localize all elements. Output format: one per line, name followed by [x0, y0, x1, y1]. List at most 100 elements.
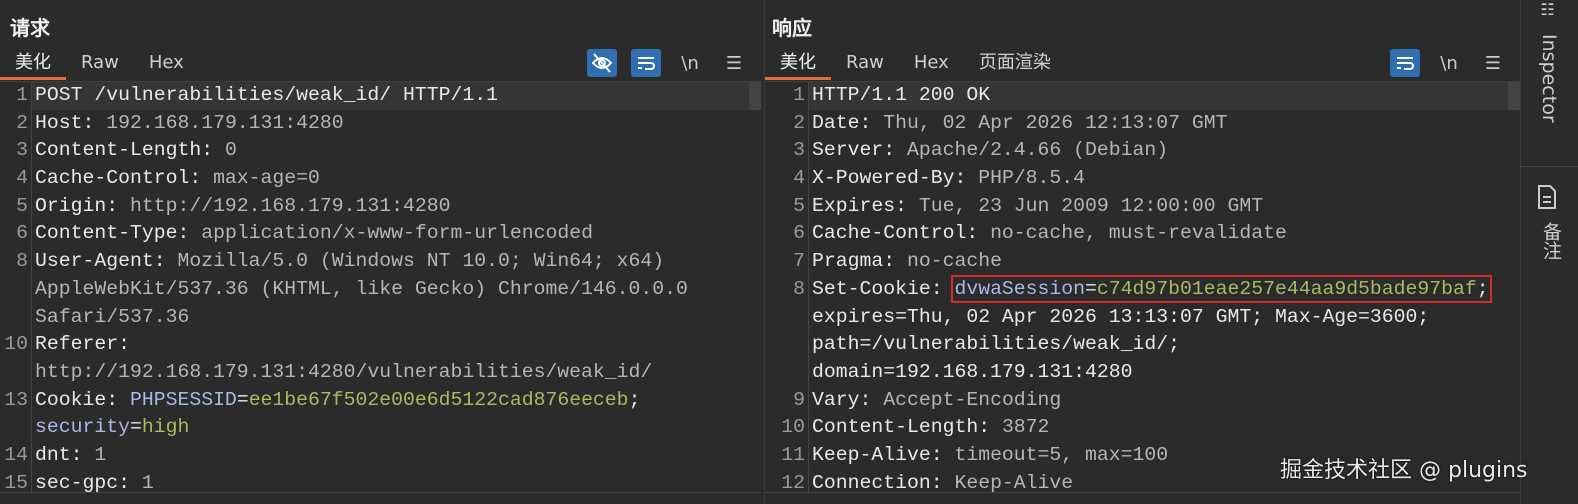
hide-icon[interactable]	[587, 49, 617, 77]
header-value: PHP/8.5.4	[978, 167, 1086, 190]
line-content: POST /vulnerabilities/weak_id/ HTTP/1.1	[32, 82, 761, 110]
line-number: 1	[0, 82, 32, 110]
header-name: =	[236, 388, 249, 411]
menu-icon[interactable]: ☰	[1478, 49, 1508, 77]
header-name: =	[129, 416, 142, 439]
line-content: expires=Thu, 02 Apr 2026 13:13:07 GMT; M…	[809, 304, 1520, 332]
line-number: 9	[765, 386, 809, 415]
code-line: 4 Cache-Control: max-age=0	[0, 165, 761, 193]
line-number: 8	[0, 248, 32, 276]
header-name: Content-Type:	[35, 222, 202, 245]
line-content: dnt: 1	[32, 442, 761, 470]
line-number: 7	[765, 248, 809, 276]
line-number: 5	[765, 192, 809, 221]
inspector-tab[interactable]: Inspector	[1538, 34, 1560, 123]
tab-pretty[interactable]: 美化	[765, 48, 831, 80]
header-value: Apache/2.4.66 (Debian)	[906, 139, 1169, 162]
line-content: Safari/537.36	[32, 304, 761, 332]
horizontal-scrollbar[interactable]	[765, 492, 1520, 504]
cookie-value: c74d97b01eae257e44aa9d5bade97baf	[1096, 277, 1477, 300]
line-content: AppleWebKit/537.36 (KHTML, like Gecko) C…	[32, 276, 761, 304]
line-content: Vary: Accept-Encoding	[809, 387, 1520, 415]
notes-icon[interactable]	[1536, 184, 1558, 214]
menu-icon[interactable]: ☰	[719, 49, 749, 77]
line-number: 10	[765, 414, 809, 442]
tab-raw[interactable]: Raw	[831, 48, 899, 80]
line-content: Content-Type: application/x-www-form-url…	[32, 220, 761, 248]
line-number: 12	[765, 469, 809, 492]
line-number	[765, 303, 809, 332]
code-line: 8 Set-Cookie: dvwaSession=c74d97b01eae257…	[765, 274, 1520, 304]
code-line: 2 Date: Thu, 02 Apr 2026 12:13:07 GMT	[765, 109, 1520, 138]
header-value: Safari/537.36	[35, 305, 190, 328]
header-name: path=/vulnerabilities/weak_id/;	[812, 333, 1180, 356]
newline-toggle[interactable]: \n	[1434, 49, 1464, 77]
header-name: Expires:	[812, 194, 919, 217]
header-name: Origin:	[35, 194, 130, 217]
line-number	[765, 358, 809, 387]
header-name: dnt:	[35, 443, 95, 466]
code-line: AppleWebKit/537.36 (KHTML, like Gecko) C…	[0, 275, 761, 304]
line-number	[0, 303, 32, 332]
code-line: 1 POST /vulnerabilities/weak_id/ HTTP/1.1	[0, 82, 761, 110]
word-wrap-icon[interactable]	[631, 49, 661, 77]
header-value: http://192.168.179.131:4280/vulnerabilit…	[35, 360, 653, 383]
header-name: Cache-Control:	[35, 167, 214, 190]
tab-raw[interactable]: Raw	[66, 48, 134, 80]
tab-hex[interactable]: Hex	[134, 48, 199, 80]
code-line: 10 Referer:	[0, 331, 761, 359]
right-sidebar: ☷ Inspector 备注	[1520, 0, 1578, 504]
tab-render[interactable]: 页面渲染	[964, 48, 1066, 80]
header-value: 1	[141, 471, 154, 492]
request-editor[interactable]: 1 POST /vulnerabilities/weak_id/ HTTP/1.1…	[0, 81, 761, 492]
code-line: expires=Thu, 02 Apr 2026 13:13:07 GMT; M…	[765, 303, 1520, 332]
line-content: http://192.168.179.131:4280/vulnerabilit…	[32, 359, 761, 387]
line-number: 6	[0, 220, 32, 249]
header-name: User-Agent:	[35, 250, 178, 273]
line-number: 4	[0, 165, 32, 193]
header-value: 1	[94, 443, 107, 466]
header-value: application/x-www-form-urlencoded	[201, 222, 593, 245]
line-number: 4	[765, 165, 809, 193]
line-content: HTTP/1.1 200 OK	[809, 82, 1520, 110]
line-content: Cache-Control: no-cache, must-revalidate	[809, 220, 1520, 248]
line-number: 14	[0, 441, 32, 470]
code-line: 3 Server: Apache/2.4.66 (Debian)	[765, 137, 1520, 166]
header-name: Set-Cookie:	[812, 277, 955, 300]
header-value: Mozilla/5.0 (Windows NT 10.0; Win64; x64…	[177, 250, 665, 273]
line-number: 15	[0, 469, 32, 492]
newline-toggle[interactable]: \n	[675, 49, 705, 77]
line-number	[0, 275, 32, 304]
header-name: ;	[1476, 277, 1489, 300]
cookie-value: ee1be67f502e00e6d5122cad876eeceb	[248, 388, 629, 411]
line-content: Expires: Tue, 23 Jun 2009 12:00:00 GMT	[809, 193, 1520, 221]
line-content: path=/vulnerabilities/weak_id/;	[809, 331, 1520, 359]
tab-hex[interactable]: Hex	[899, 48, 964, 80]
scrollbar[interactable]	[749, 82, 761, 110]
line-number: 5	[0, 192, 32, 221]
cookie-name: PHPSESSID	[129, 388, 237, 411]
scrollbar[interactable]	[1508, 82, 1520, 110]
horizontal-scrollbar[interactable]	[0, 492, 761, 504]
tab-pretty[interactable]: 美化	[0, 48, 66, 80]
line-content: security=high	[32, 414, 761, 442]
notes-tab[interactable]: 备注	[1538, 222, 1565, 260]
code-line: 3 Content-Length: 0	[0, 137, 761, 166]
response-editor[interactable]: 1 HTTP/1.1 200 OK 2 Date: Thu, 02 Apr 2026 …	[765, 81, 1520, 492]
code-line: 1 HTTP/1.1 200 OK	[765, 82, 1520, 110]
header-value: AppleWebKit/537.36 (KHTML, like Gecko) C…	[35, 277, 688, 300]
line-content: User-Agent: Mozilla/5.0 (Windows NT 10.0…	[32, 248, 761, 276]
watermark: 掘金技术社区 @ plugins	[1280, 458, 1528, 483]
line-number: 2	[765, 109, 809, 138]
code-line: security=high	[0, 414, 761, 442]
header-name: domain=192.168.179.131:4280	[812, 360, 1133, 383]
word-wrap-icon[interactable]	[1390, 49, 1420, 77]
header-name: expires=Thu, 02 Apr 2026 13:13:07 GMT; M…	[812, 305, 1430, 328]
header-value: http://192.168.179.131:4280	[129, 194, 451, 217]
header-value: timeout=5, max=100	[954, 443, 1169, 466]
line-content: Cache-Control: max-age=0	[32, 165, 761, 193]
line-number: 13	[0, 386, 32, 415]
header-name: Date:	[812, 111, 884, 134]
header-value: 192.168.179.131:4280	[106, 111, 344, 134]
header-name: Pragma:	[812, 250, 907, 273]
